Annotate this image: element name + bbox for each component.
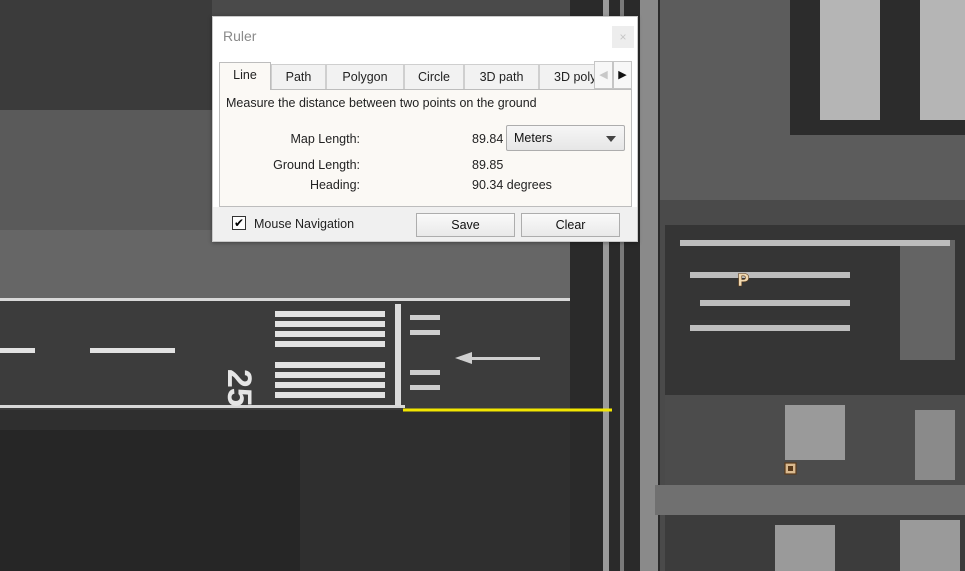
clear-button[interactable]: Clear <box>521 213 620 237</box>
tab-line[interactable]: Line <box>219 62 271 90</box>
close-button[interactable]: × <box>612 26 634 48</box>
dialog-footer: ✔ Mouse Navigation Save Clear <box>213 207 637 241</box>
tab-path[interactable]: Path <box>271 64 326 89</box>
heading-label: Heading: <box>309 178 360 192</box>
tab-3d-path[interactable]: 3D path <box>464 64 539 89</box>
parking-icon[interactable]: P <box>737 271 750 292</box>
mouse-navigation-checkbox[interactable]: ✔ <box>232 216 246 230</box>
unit-select-value: Meters <box>514 131 553 145</box>
ruler-dialog: Ruler × Line Path Polygon Circle 3D path… <box>212 16 638 242</box>
tab-scroll-left-icon[interactable]: ◀ <box>594 61 613 89</box>
tab-polygon[interactable]: Polygon <box>326 64 404 89</box>
heading-value: 90.34 degrees <box>472 178 552 192</box>
title-bar[interactable]: Ruler × <box>213 17 637 55</box>
unit-select[interactable]: Meters <box>506 125 625 151</box>
line-tab-panel: Measure the distance between two points … <box>219 89 632 207</box>
window-title: Ruler <box>223 28 257 44</box>
tab-scroll-right-icon[interactable]: ▶ <box>613 61 632 89</box>
tab-circle[interactable]: Circle <box>404 64 464 89</box>
map-length-value: 89.84 <box>472 132 504 146</box>
ground-length-label: Ground Length: <box>273 158 360 172</box>
map-length-label: Map Length: <box>290 132 361 146</box>
save-button[interactable]: Save <box>416 213 515 237</box>
tab-bar: Line Path Polygon Circle 3D path 3D poly <box>219 62 631 90</box>
mouse-navigation-label[interactable]: Mouse Navigation <box>254 217 354 231</box>
chevron-down-icon <box>606 136 616 142</box>
runway-number: 25 <box>220 369 258 407</box>
panel-description: Measure the distance between two points … <box>226 96 537 110</box>
ground-length-value: 89.85 <box>472 158 504 172</box>
